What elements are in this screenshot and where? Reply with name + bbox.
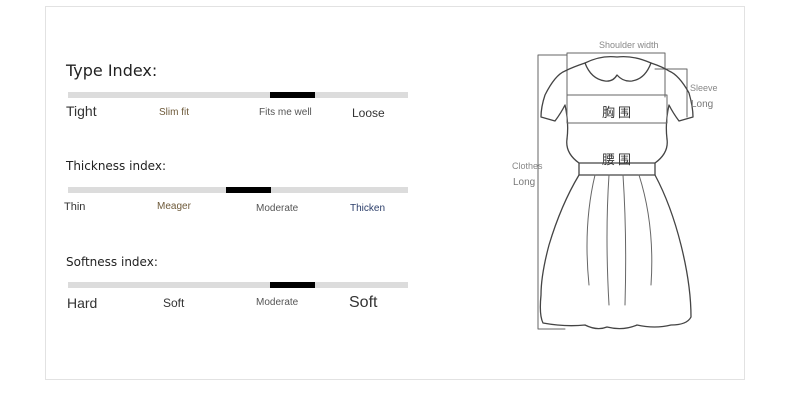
softness-index-title: Softness index: <box>66 255 158 269</box>
dress-collar <box>584 55 652 82</box>
dress-skirt <box>539 174 692 330</box>
clothes-length-guide <box>537 54 568 330</box>
softness-index-label-hard: Hard <box>67 295 98 311</box>
thickness-index-label-moderate: Moderate <box>256 203 299 214</box>
softness-index-bar <box>68 282 408 288</box>
clothes-label: Clothes <box>512 161 543 171</box>
type-index-label-fits-well: Fits me well <box>259 107 312 118</box>
thickness-index-label-thin: Thin <box>64 201 86 213</box>
thickness-index-label-thicken: Thicken <box>350 203 386 214</box>
sleeve-sub-label: Long <box>691 99 714 110</box>
type-index-marker <box>270 92 315 98</box>
thickness-index-label-meager: Meager <box>157 201 191 212</box>
type-index-title: Type Index: <box>66 61 158 80</box>
type-index-label-tight: Tight <box>66 103 97 119</box>
waist-label: 腰围 <box>602 152 635 167</box>
sleeve-label: Sleeve <box>690 83 718 93</box>
thickness-index-title: Thickness index: <box>66 159 166 173</box>
chest-label: 胸围 <box>602 105 635 120</box>
dress-diagram <box>537 52 694 330</box>
softness-index-label-soft: Soft <box>163 296 185 310</box>
softness-index-label-moderate: Moderate <box>256 297 299 308</box>
softness-index-label-soft-2: Soft <box>349 294 378 311</box>
thickness-index-bar <box>68 187 408 193</box>
clothes-sub-label: Long <box>513 177 536 188</box>
softness-index-marker <box>270 282 315 288</box>
type-index-label-slim-fit: Slim fit <box>159 107 189 118</box>
type-index-bar <box>68 92 408 98</box>
thickness-index-marker <box>226 187 271 193</box>
shoulder-width-guide <box>566 52 666 98</box>
shoulder-width-label: Shoulder width <box>599 40 659 50</box>
type-index-label-loose: Loose <box>352 106 385 120</box>
